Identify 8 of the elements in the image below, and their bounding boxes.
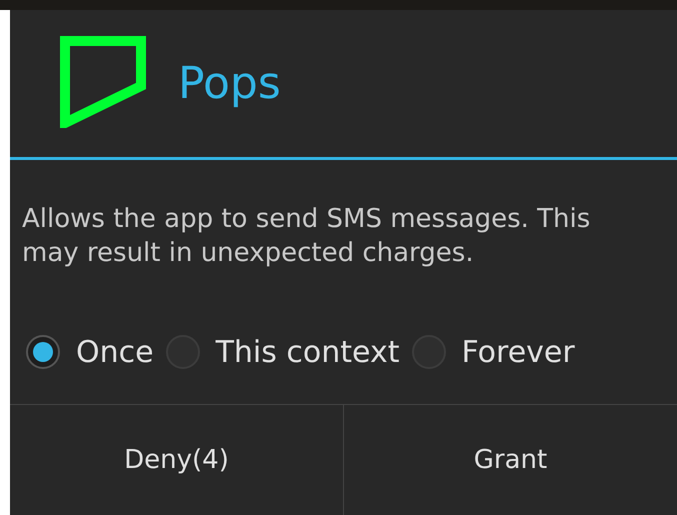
permission-message: Allows the app to send SMS messages. This may result in unexpected charges. — [22, 203, 592, 270]
radio-option[interactable]: This context — [166, 334, 400, 370]
app-logo-icon — [60, 36, 146, 128]
dialog-button[interactable]: Grant — [343, 405, 677, 515]
dialog-button[interactable]: Deny(4) — [10, 405, 343, 515]
radio-option[interactable]: Once — [26, 334, 154, 370]
dialog-title: Pops — [178, 58, 281, 109]
radio-option[interactable]: Forever — [412, 334, 575, 370]
